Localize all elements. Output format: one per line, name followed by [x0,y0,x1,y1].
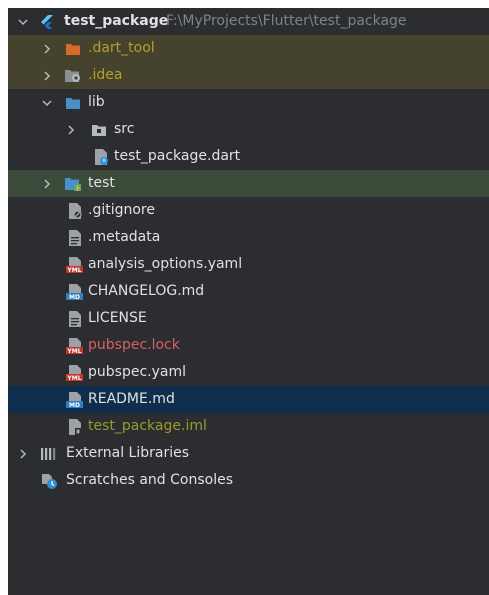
item-name: test_package.dart [114,148,241,164]
scratches-icon [40,467,58,494]
text-file-icon [66,224,84,251]
package-icon [90,116,108,143]
tree-row-metadata[interactable]: .metadata [8,224,489,251]
dart-file-icon [92,143,110,170]
settings-folder-icon [64,62,82,89]
svg-text:YML: YML [66,375,81,382]
tree-row-iml[interactable]: test_package.iml [8,413,489,440]
tree-row-scratches[interactable]: Scratches and Consoles [8,467,489,494]
tree-row-dart-tool[interactable]: .dart_tool [8,35,489,62]
chevron-down-icon[interactable] [40,89,54,116]
tree-row-idea[interactable]: .idea [8,62,489,89]
markdown-file-icon: MD [66,278,84,305]
tree-row-external-libraries[interactable]: External Libraries [8,440,489,467]
ignore-file-icon [66,197,84,224]
item-name: .gitignore [88,202,155,218]
item-name: pubspec.lock [88,337,180,353]
tree-row-test-package-dart[interactable]: test_package.dart [8,143,489,170]
tree-row-lib[interactable]: lib [8,89,489,116]
module-file-icon [66,413,84,440]
tree-row-changelog[interactable]: MD CHANGELOG.md [8,278,489,305]
svg-text:YML: YML [66,348,81,355]
chevron-right-icon[interactable] [64,116,78,143]
item-name: .idea [88,67,123,83]
tree-row-analysis-options[interactable]: YML analysis_options.yaml [8,251,489,278]
tree-row-src[interactable]: src [8,116,489,143]
yaml-file-icon: YML [66,332,84,359]
test-folder-icon [64,170,82,197]
chevron-right-icon[interactable] [40,35,54,62]
tree-row-test[interactable]: test [8,170,489,197]
item-name: pubspec.yaml [88,364,186,380]
item-name: .dart_tool [88,40,155,56]
item-name: External Libraries [66,445,189,461]
tree-row-pubspec-yaml[interactable]: YML pubspec.yaml [8,359,489,386]
item-name: src [114,121,135,137]
libraries-icon [40,440,58,467]
item-name: lib [88,94,105,110]
svg-text:YML: YML [66,267,81,274]
item-name: CHANGELOG.md [88,283,205,299]
item-name: LICENSE [88,310,147,326]
chevron-right-icon[interactable] [40,170,54,197]
tree-row-license[interactable]: LICENSE [8,305,489,332]
project-name: test_package [64,13,169,29]
item-name: test [88,175,115,191]
tree-row-readme[interactable]: MD README.md [8,386,489,413]
item-name: test_package.iml [88,418,207,434]
item-name: Scratches and Consoles [66,472,233,488]
chevron-down-icon[interactable] [16,8,30,35]
text-file-icon [66,305,84,332]
project-path: F:\MyProjects\Flutter\test_package [166,13,407,29]
folder-icon [64,35,82,62]
item-name: analysis_options.yaml [88,256,243,272]
tree-row-gitignore[interactable]: .gitignore [8,197,489,224]
project-tool-window: test_package F:\MyProjects\Flutter\test_… [8,8,489,595]
yaml-file-icon: YML [66,359,84,386]
markdown-file-icon: MD [66,386,84,413]
svg-text:MD: MD [69,294,80,301]
item-name: .metadata [88,229,161,245]
tree-row-project[interactable]: test_package F:\MyProjects\Flutter\test_… [8,8,489,35]
chevron-right-icon[interactable] [16,440,30,467]
yaml-file-icon: YML [66,251,84,278]
tree-row-pubspec-lock[interactable]: YML pubspec.lock [8,332,489,359]
folder-icon [64,89,82,116]
chevron-right-icon[interactable] [40,62,54,89]
svg-text:MD: MD [69,402,80,409]
flutter-icon [38,8,56,35]
item-name: README.md [88,391,175,407]
